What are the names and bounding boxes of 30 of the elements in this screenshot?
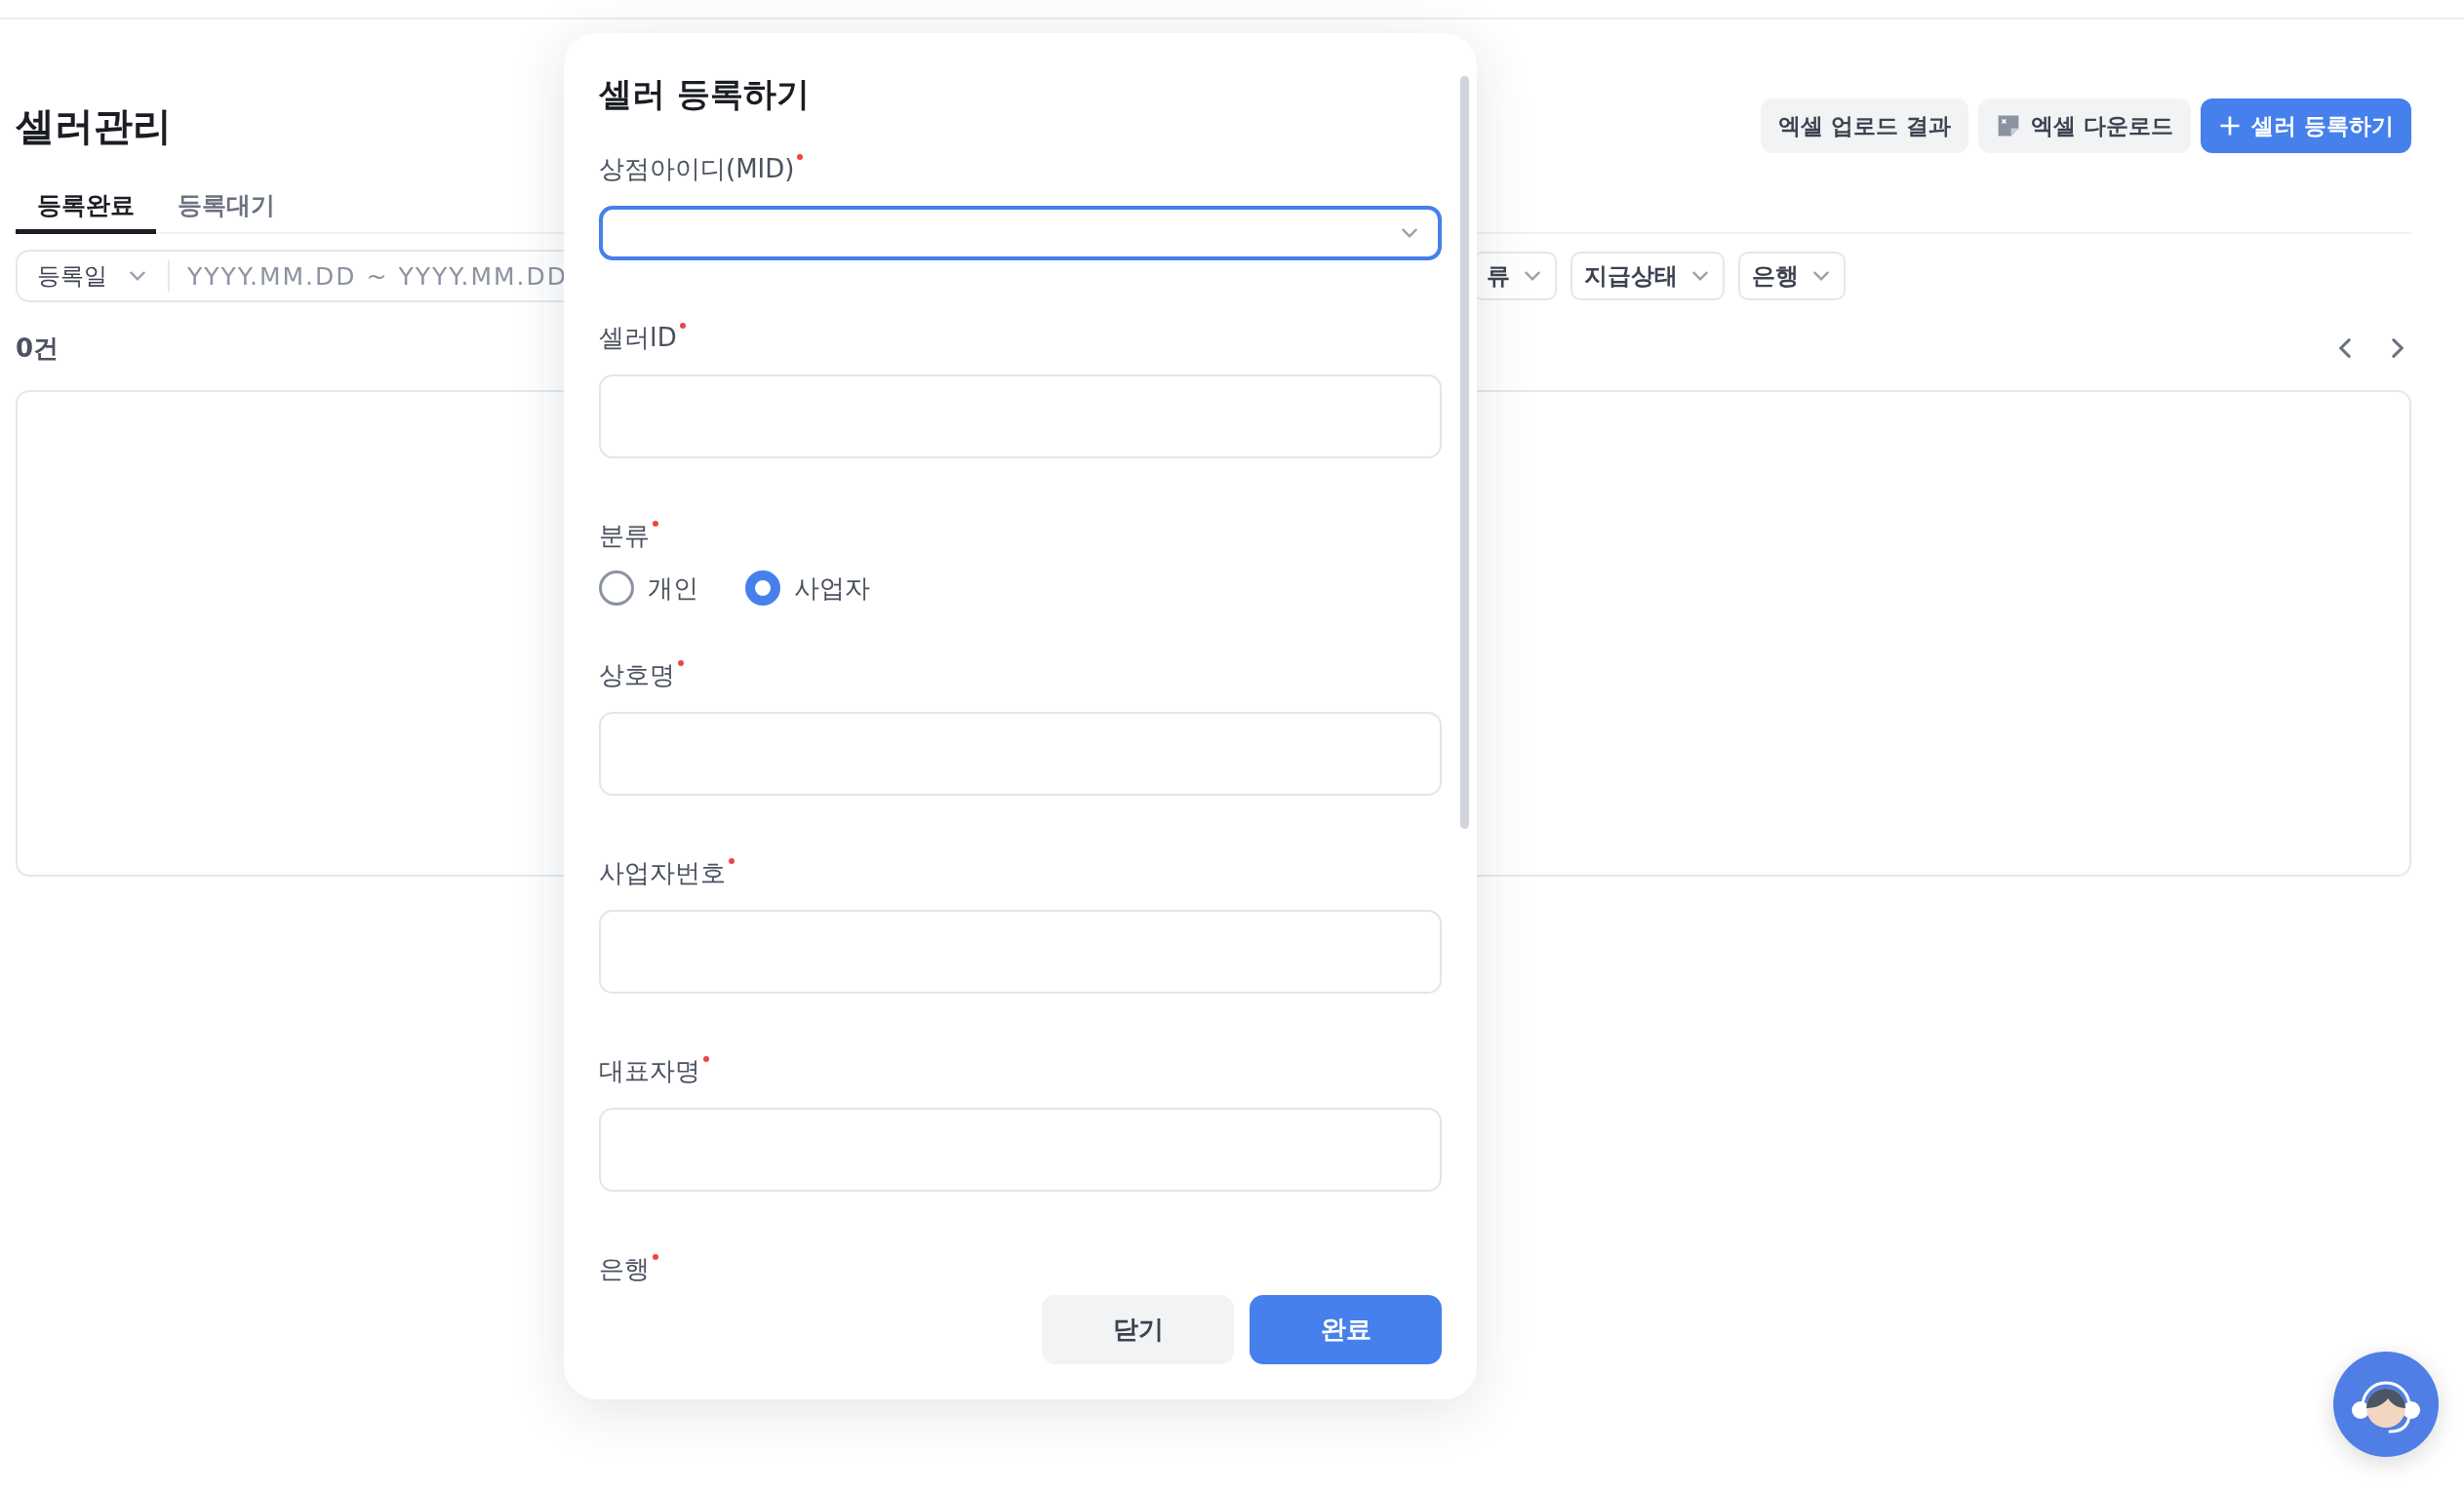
field-label: 상점아이디(MID) [599, 152, 1442, 186]
filter-dropdown[interactable]: 은행 [1738, 252, 1846, 300]
field-label: 셀러ID [599, 321, 1442, 355]
dialog-title: 셀러 등록하기 [599, 73, 811, 115]
tab[interactable]: 등록완료 [16, 181, 156, 234]
input-field[interactable] [599, 374, 1442, 458]
date-type-select[interactable]: 등록일 [18, 260, 170, 292]
field-label: 사업자번호 [599, 856, 1442, 890]
radio-option[interactable]: 개인 [599, 570, 698, 606]
scrollbar[interactable] [1460, 76, 1469, 829]
field-label: 상호명 [599, 658, 1442, 692]
dialog-button[interactable]: 완료 [1250, 1295, 1442, 1364]
action-button[interactable]: 엑셀 업로드 결과 [1760, 98, 1968, 153]
tab[interactable]: 등록대기 [156, 181, 297, 234]
page-title: 셀러관리 [16, 101, 172, 150]
field-label: 은행 [599, 1252, 1442, 1286]
action-button[interactable]: 엑셀 다운로드 [1977, 98, 2191, 153]
select-field[interactable] [599, 206, 1442, 260]
result-count: 0건 [16, 332, 60, 365]
filter-dropdown[interactable]: 지급상태 [1570, 252, 1725, 300]
input-field[interactable] [599, 910, 1442, 994]
input-field[interactable] [599, 1108, 1442, 1192]
date-range-placeholder: YYYY.MM.DD ~ YYYY.MM.DD [187, 261, 568, 291]
plus-icon [2218, 114, 2242, 137]
field-label: 분류 [599, 519, 1442, 553]
input-field[interactable] [599, 712, 1442, 796]
field-label: 대표자명 [599, 1054, 1442, 1088]
radio-option[interactable]: 사업자 [745, 570, 870, 606]
dialog-button[interactable]: 닫기 [1042, 1295, 1234, 1364]
action-button[interactable]: 셀러 등록하기 [2201, 98, 2411, 153]
